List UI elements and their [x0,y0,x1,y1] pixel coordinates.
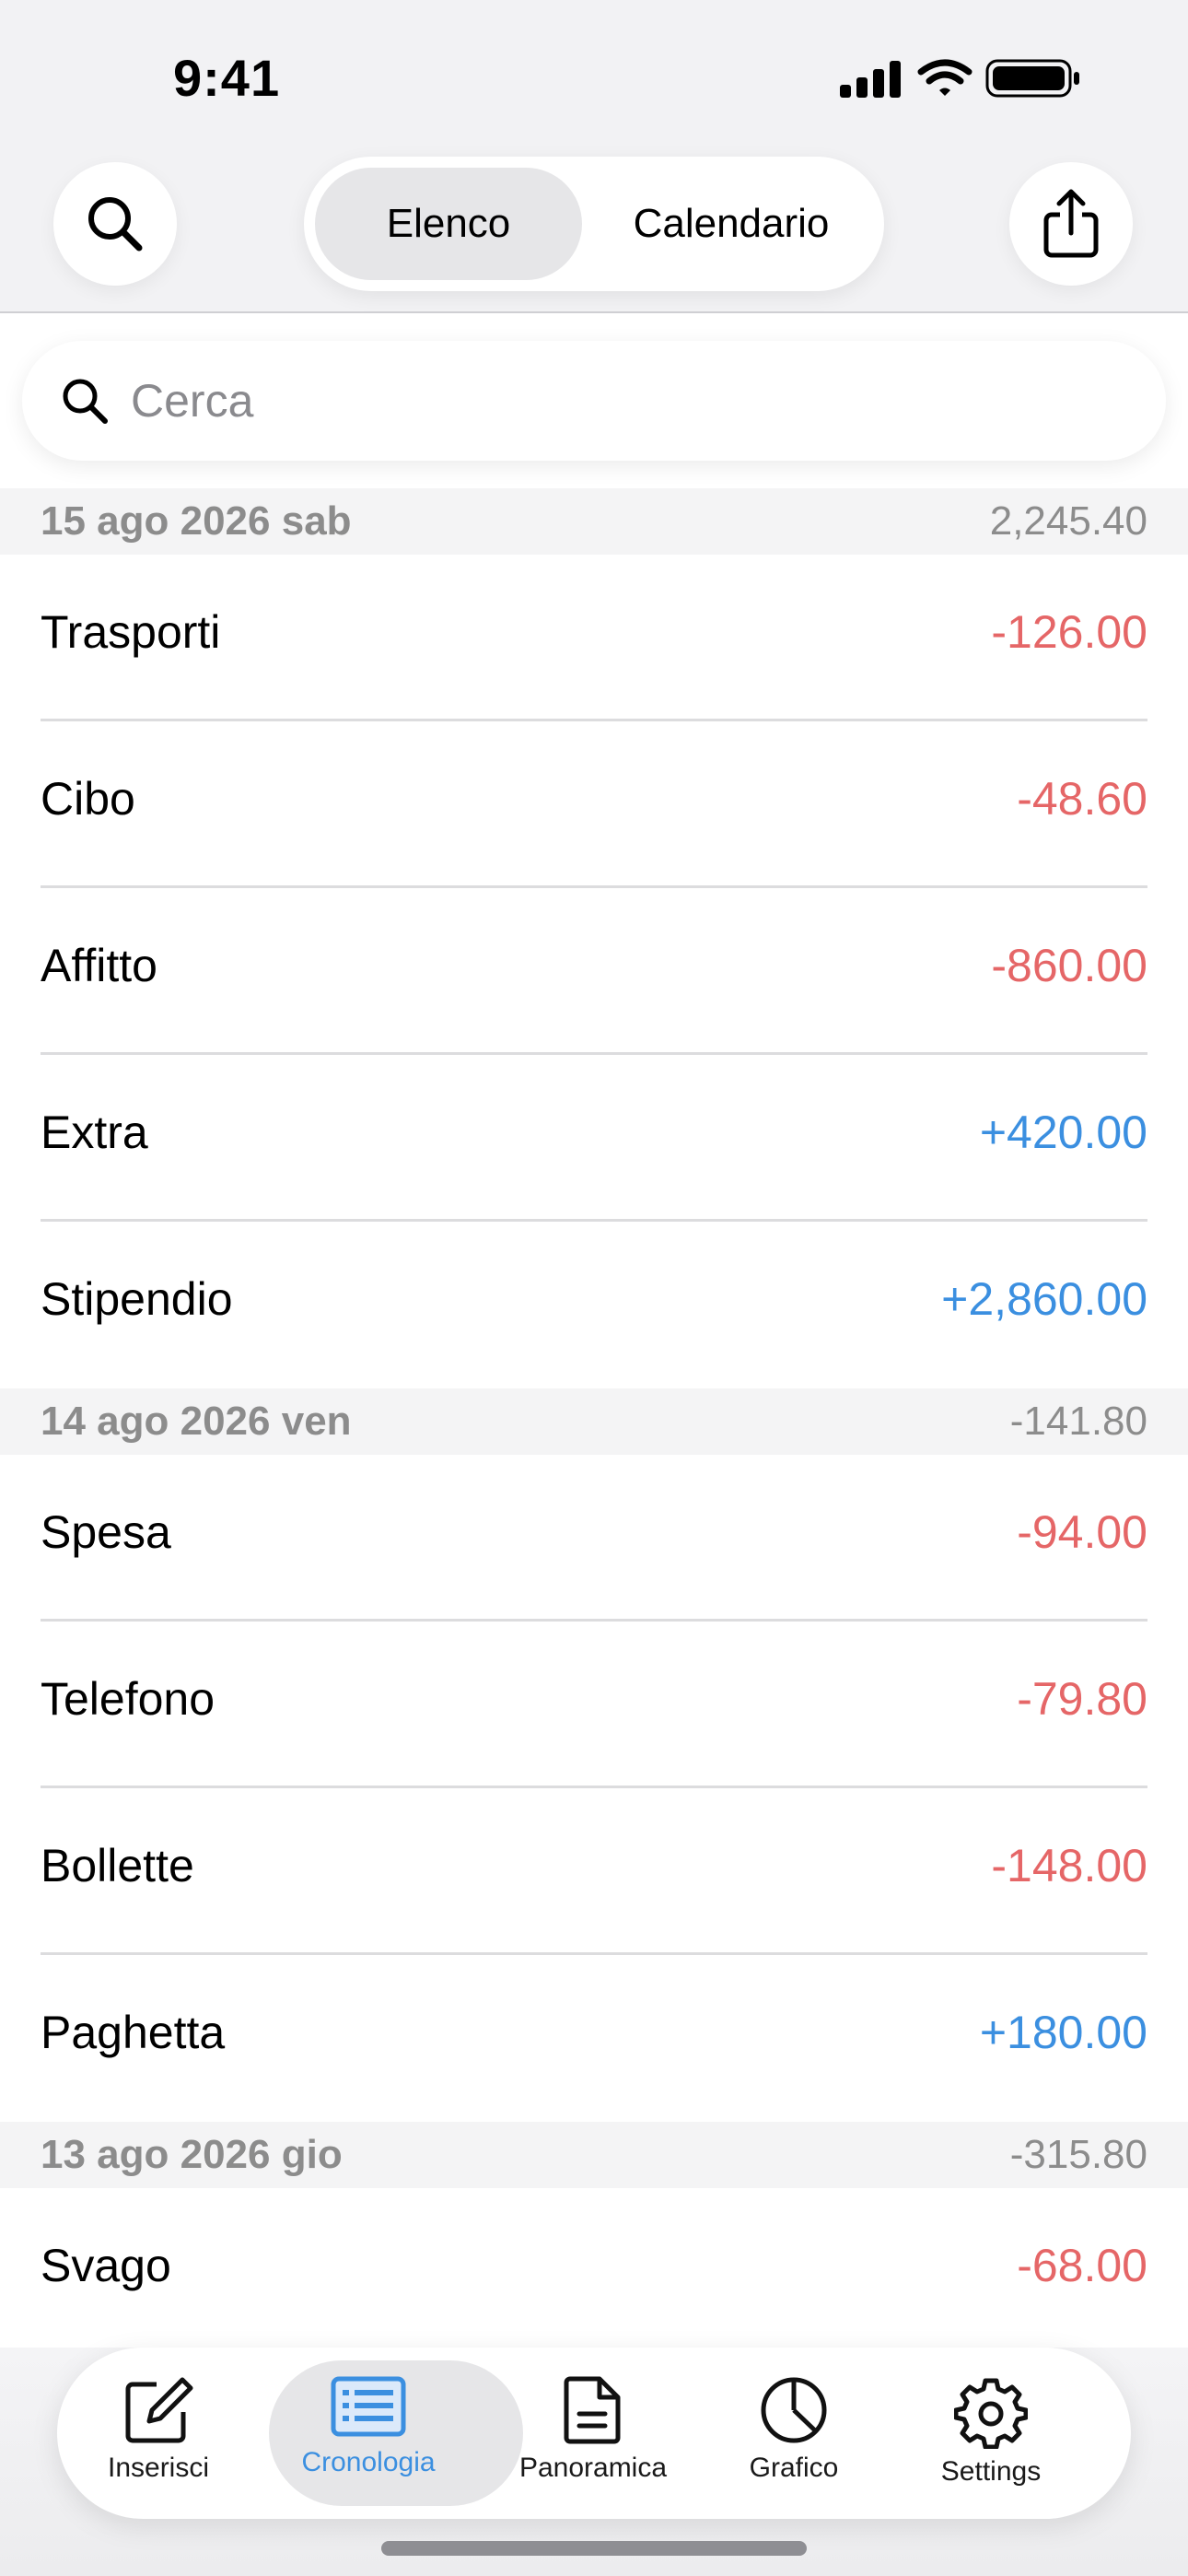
transaction-category: Affitto [41,940,157,991]
transaction-category: Svago [41,2240,171,2291]
transaction-row[interactable]: Bollette -148.00 [0,1788,1188,1955]
transaction-row[interactable]: Trasporti -126.00 [0,555,1188,721]
transaction-row[interactable]: Telefono -79.80 [0,1622,1188,1788]
transaction-row[interactable]: Spesa -94.00 [0,1455,1188,1622]
search-icon [88,197,143,252]
tab-panoramica[interactable]: Panoramica [501,2375,685,2484]
date-header: 13 ago 2026 gio -315.80 [0,2122,1188,2188]
transaction-amount: +2,860.00 [941,1273,1147,1325]
search-input[interactable]: Cerca [22,341,1166,461]
transaction-row[interactable]: Cibo -48.60 [0,721,1188,888]
document-icon [564,2376,621,2444]
transaction-category: Bollette [41,1840,194,1891]
gear-icon [954,2378,1028,2449]
transaction-category: Trasporti [41,606,221,658]
transaction-amount: +180.00 [979,2007,1147,2058]
tab-label: Settings [940,2456,1042,2487]
transaction-amount: -860.00 [991,940,1147,991]
share-icon [1043,189,1099,258]
segment-calendario[interactable]: Calendario [589,168,873,280]
date-total: -315.80 [1009,2132,1147,2177]
search-button[interactable] [53,162,177,286]
segment-elenco[interactable]: Elenco [315,168,582,280]
search-icon [63,379,108,424]
transaction-category: Extra [41,1107,148,1158]
home-indicator [381,2541,807,2556]
date-label: 13 ago 2026 gio [41,2132,343,2177]
tab-bar: Inserisci Cronologia Panoramica Grafico [57,2348,1131,2519]
transaction-amount: +420.00 [979,1107,1147,1158]
transaction-list: 15 ago 2026 sab 2,245.40 Trasporti -126.… [0,488,1188,2355]
tab-inserisci[interactable]: Inserisci [66,2375,250,2484]
share-button[interactable] [1009,162,1133,286]
date-total: 2,245.40 [989,498,1147,544]
transaction-amount: -48.60 [1017,773,1147,825]
tab-label: Grafico [749,2453,839,2483]
transaction-amount: -94.00 [1017,1506,1147,1558]
date-label: 14 ago 2026 ven [41,1399,352,1444]
status-indicators-icon [840,59,1079,98]
date-total: -141.80 [1009,1399,1147,1444]
date-label: 15 ago 2026 sab [41,498,352,544]
tab-settings[interactable]: Settings [899,2375,1083,2488]
transaction-amount: -126.00 [991,606,1147,658]
tab-label: Panoramica [518,2453,668,2483]
transaction-row[interactable]: Stipendio +2,860.00 [0,1222,1188,1388]
transaction-amount: -79.80 [1017,1673,1147,1725]
tab-grafico[interactable]: Grafico [702,2375,886,2484]
date-header: 14 ago 2026 ven -141.80 [0,1388,1188,1455]
transaction-row[interactable]: Affitto -860.00 [0,888,1188,1055]
date-header: 15 ago 2026 sab 2,245.40 [0,488,1188,555]
transaction-row[interactable]: Svago -68.00 [0,2188,1188,2355]
transaction-row[interactable]: Extra +420.00 [0,1055,1188,1222]
tab-label: Inserisci [107,2453,210,2483]
status-time: 9:41 [173,49,281,107]
pie-chart-icon [761,2377,827,2443]
compose-icon [125,2377,193,2443]
transaction-amount: -68.00 [1017,2240,1147,2291]
transaction-category: Paghetta [41,2007,226,2058]
status-icons [836,57,1085,100]
transaction-category: Cibo [41,773,135,825]
transaction-category: Telefono [41,1673,215,1725]
transaction-amount: -148.00 [991,1840,1147,1891]
transaction-category: Stipendio [41,1273,233,1325]
tab-cronologia[interactable]: Cronologia [276,2375,460,2478]
list-icon [331,2376,406,2437]
transaction-row[interactable]: Paghetta +180.00 [0,1955,1188,2122]
search-placeholder: Cerca [131,375,254,427]
transaction-category: Spesa [41,1506,171,1558]
tab-label: Cronologia [301,2447,436,2477]
view-segmented-control: Elenco Calendario [304,157,884,291]
